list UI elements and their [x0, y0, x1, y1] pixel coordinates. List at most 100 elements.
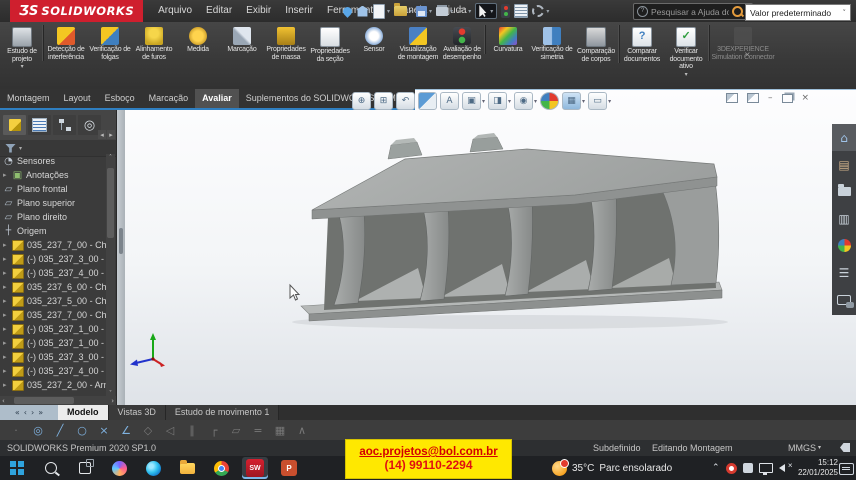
tree-item[interactable]: ▸ 035_237_6_00 - Chap [0, 280, 106, 294]
minimize-document-button[interactable]: – [768, 93, 773, 103]
move-entities-icon[interactable]: ∧ [292, 424, 312, 437]
view-palette-icon[interactable]: ▥ [832, 205, 856, 232]
powerpoint-icon[interactable]: P [276, 457, 302, 479]
ribbon-detach-icon[interactable]: × [744, 50, 751, 59]
chevron-down-icon[interactable]: ▾ [582, 98, 585, 105]
options-list-icon[interactable]: ▾ [514, 4, 528, 18]
tree-item[interactable]: ▸ ▱ Plano direito [0, 210, 106, 224]
tree-item[interactable]: ▸ ▱ Plano superior [0, 196, 106, 210]
measure-button[interactable]: Medida ▾ [176, 25, 220, 54]
tree-item[interactable]: ▸ (-) 035_237_1_00 - Ar [0, 336, 106, 350]
last-tab-button[interactable]: » [38, 408, 43, 417]
open-document-icon[interactable]: ▾ [394, 6, 412, 16]
dynamic-annotation-views-icon[interactable]: A ▾ [440, 92, 459, 110]
chevron-down-icon[interactable]: ▾ [508, 98, 511, 105]
menu-item[interactable]: Arquivo [151, 0, 199, 22]
display-style-icon[interactable]: ◨ ▾ [488, 92, 511, 110]
trim-entities-icon[interactable]: × [94, 424, 114, 437]
chevron-down-icon[interactable]: ▾ [450, 8, 453, 15]
split-vertical-icon[interactable] [747, 93, 759, 103]
graphics-area[interactable] [0, 89, 856, 405]
markup-button[interactable]: Marcação ▾ [220, 25, 264, 54]
command-tab[interactable]: Layout [57, 89, 98, 108]
zoom-to-area-icon[interactable]: ⊞ ▾ [374, 92, 393, 110]
document-tab[interactable]: Estudo de movimento 1 [166, 405, 280, 420]
panel-tabs-right-icon[interactable]: ▸ [107, 130, 115, 139]
tree-item[interactable]: ▸ 035_237_7_00 - Chap [0, 238, 106, 252]
tree-item[interactable]: ▸ (-) 035_237_3_00 - Ch [0, 252, 106, 266]
chevron-down-icon[interactable]: ▾ [482, 98, 485, 105]
chevron-down-icon[interactable]: ▾ [818, 440, 821, 456]
expand-arrow-icon[interactable]: ▸ [3, 339, 9, 347]
file-explorer-icon[interactable] [832, 178, 856, 205]
parallelogram-icon[interactable]: ▱ [226, 424, 246, 437]
menu-item[interactable]: Editar [199, 0, 239, 22]
scroll-left-icon[interactable]: ‹ [2, 397, 5, 405]
command-tab[interactable]: Avaliar [195, 89, 239, 108]
curvature-button[interactable]: Curvatura ▾ [485, 25, 530, 54]
symmetry-check-button[interactable]: Verificação de simetria ▾ [530, 25, 574, 61]
taskbar-clock[interactable]: 15:12 22/01/2025 [786, 458, 838, 478]
restore-document-button[interactable] [782, 94, 793, 103]
print-icon[interactable]: ▾ [436, 7, 453, 16]
notification-center-icon[interactable] [839, 463, 854, 475]
tree-item[interactable]: ▸ (-) 035_237_3_00 - Ch [0, 350, 106, 364]
select-tool-icon[interactable]: · [6, 424, 26, 437]
settings-gear-icon[interactable]: ▾ [532, 5, 549, 17]
check-active-document-button[interactable]: ✓ Verificar documento ativo ▾ [664, 25, 708, 77]
expand-arrow-icon[interactable]: ▸ [3, 367, 9, 375]
ad-email-link[interactable]: aoc.projetos@bol.com.br [359, 446, 497, 458]
section-properties-button[interactable]: Propriedades da seção ▾ [308, 25, 352, 63]
split-horizontal-icon[interactable] [726, 93, 738, 103]
design-study-button[interactable]: Estudo de projeto ▾ [2, 25, 42, 69]
network-icon[interactable] [759, 463, 773, 473]
tree-item[interactable]: ▸ (-) 035_237_4_00 - Ch [0, 266, 106, 280]
mass-properties-button[interactable]: Propriedades de massa ▾ [264, 25, 308, 61]
interference-detection-button[interactable]: Detecção de interferência ▾ [43, 25, 88, 61]
tray-expand-icon[interactable]: ⌃ [712, 463, 720, 473]
expand-arrow-icon[interactable]: ▸ [3, 325, 9, 333]
clearance-verification-button[interactable]: Verificação de folgas ▾ [88, 25, 132, 61]
convert-entities-icon[interactable]: ◇ [138, 424, 158, 437]
select-arrow-icon[interactable]: ▾ [475, 3, 497, 19]
filter-funnel-icon[interactable] [5, 144, 16, 153]
document-tab[interactable]: Vistas 3D [109, 405, 166, 420]
start-button[interactable] [4, 457, 30, 479]
rebuild-traffic-light-icon[interactable]: ▾ [501, 4, 510, 18]
command-tab[interactable]: Marcação [142, 89, 196, 108]
mirror-entities-icon[interactable]: ◁ [160, 424, 180, 437]
zoom-to-fit-icon[interactable]: ⊕ ▾ [352, 92, 371, 110]
scrollbar-thumb[interactable] [107, 168, 114, 238]
chrome-icon[interactable] [208, 457, 234, 479]
next-tab-button[interactable]: › [31, 408, 34, 417]
search-input[interactable]: ? Pesquisar a Ajuda do ▾ [633, 3, 753, 20]
sensor-button[interactable]: Sensor ▾ [352, 25, 396, 54]
hide-show-items-icon[interactable]: ◉ ▾ [514, 92, 537, 110]
expand-arrow-icon[interactable]: ▸ [3, 353, 9, 361]
undo-icon[interactable]: ↶ ▾ [457, 5, 471, 18]
section-view-icon[interactable]: ▾ [418, 92, 437, 110]
task-view-button[interactable] [72, 457, 98, 479]
design-library-icon[interactable]: ▤ [832, 151, 856, 178]
first-tab-button[interactable]: « [15, 408, 20, 417]
app-tray-icon[interactable] [743, 463, 753, 473]
compare-documents-button[interactable]: ? Comparar documentos ▾ [619, 25, 664, 63]
offset-entities-icon[interactable]: ∥ [182, 424, 202, 437]
tree-item[interactable]: ▸ 035_237_5_00 - Chap [0, 294, 106, 308]
new-document-icon[interactable]: ▾ [373, 4, 390, 19]
scroll-up-icon[interactable]: ˄ [109, 154, 112, 161]
3dexperience-simulation-connector-button[interactable]: 3DEXPERIENCE Simulation Connector ▾ [709, 25, 776, 61]
apply-scene-icon[interactable]: ▦ ▾ [562, 92, 585, 110]
pin-icon[interactable]: ▾ [343, 7, 352, 16]
edge-icon[interactable] [140, 457, 166, 479]
corner-rectangle-icon[interactable]: ┌ [204, 424, 224, 437]
custom-properties-icon[interactable]: ☰ [832, 259, 856, 286]
chevron-down-icon[interactable]: ▾ [19, 145, 22, 152]
body-compare-button[interactable]: Comparação de corpos ▾ [574, 25, 618, 63]
command-tab[interactable]: Esboço [98, 89, 142, 108]
units-label[interactable]: MMGS [788, 440, 816, 456]
chevron-down-icon[interactable]: ▾ [546, 8, 549, 15]
appearances-icon[interactable] [832, 232, 856, 259]
assembly-visualization-button[interactable]: Visualização de montagem ▾ [396, 25, 440, 61]
chevron-down-icon[interactable]: ▾ [429, 8, 432, 15]
